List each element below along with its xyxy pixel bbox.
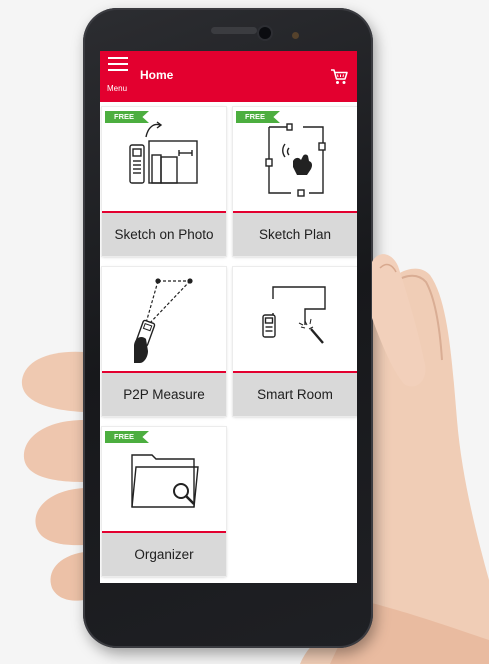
thumb-illustration: [372, 254, 426, 387]
